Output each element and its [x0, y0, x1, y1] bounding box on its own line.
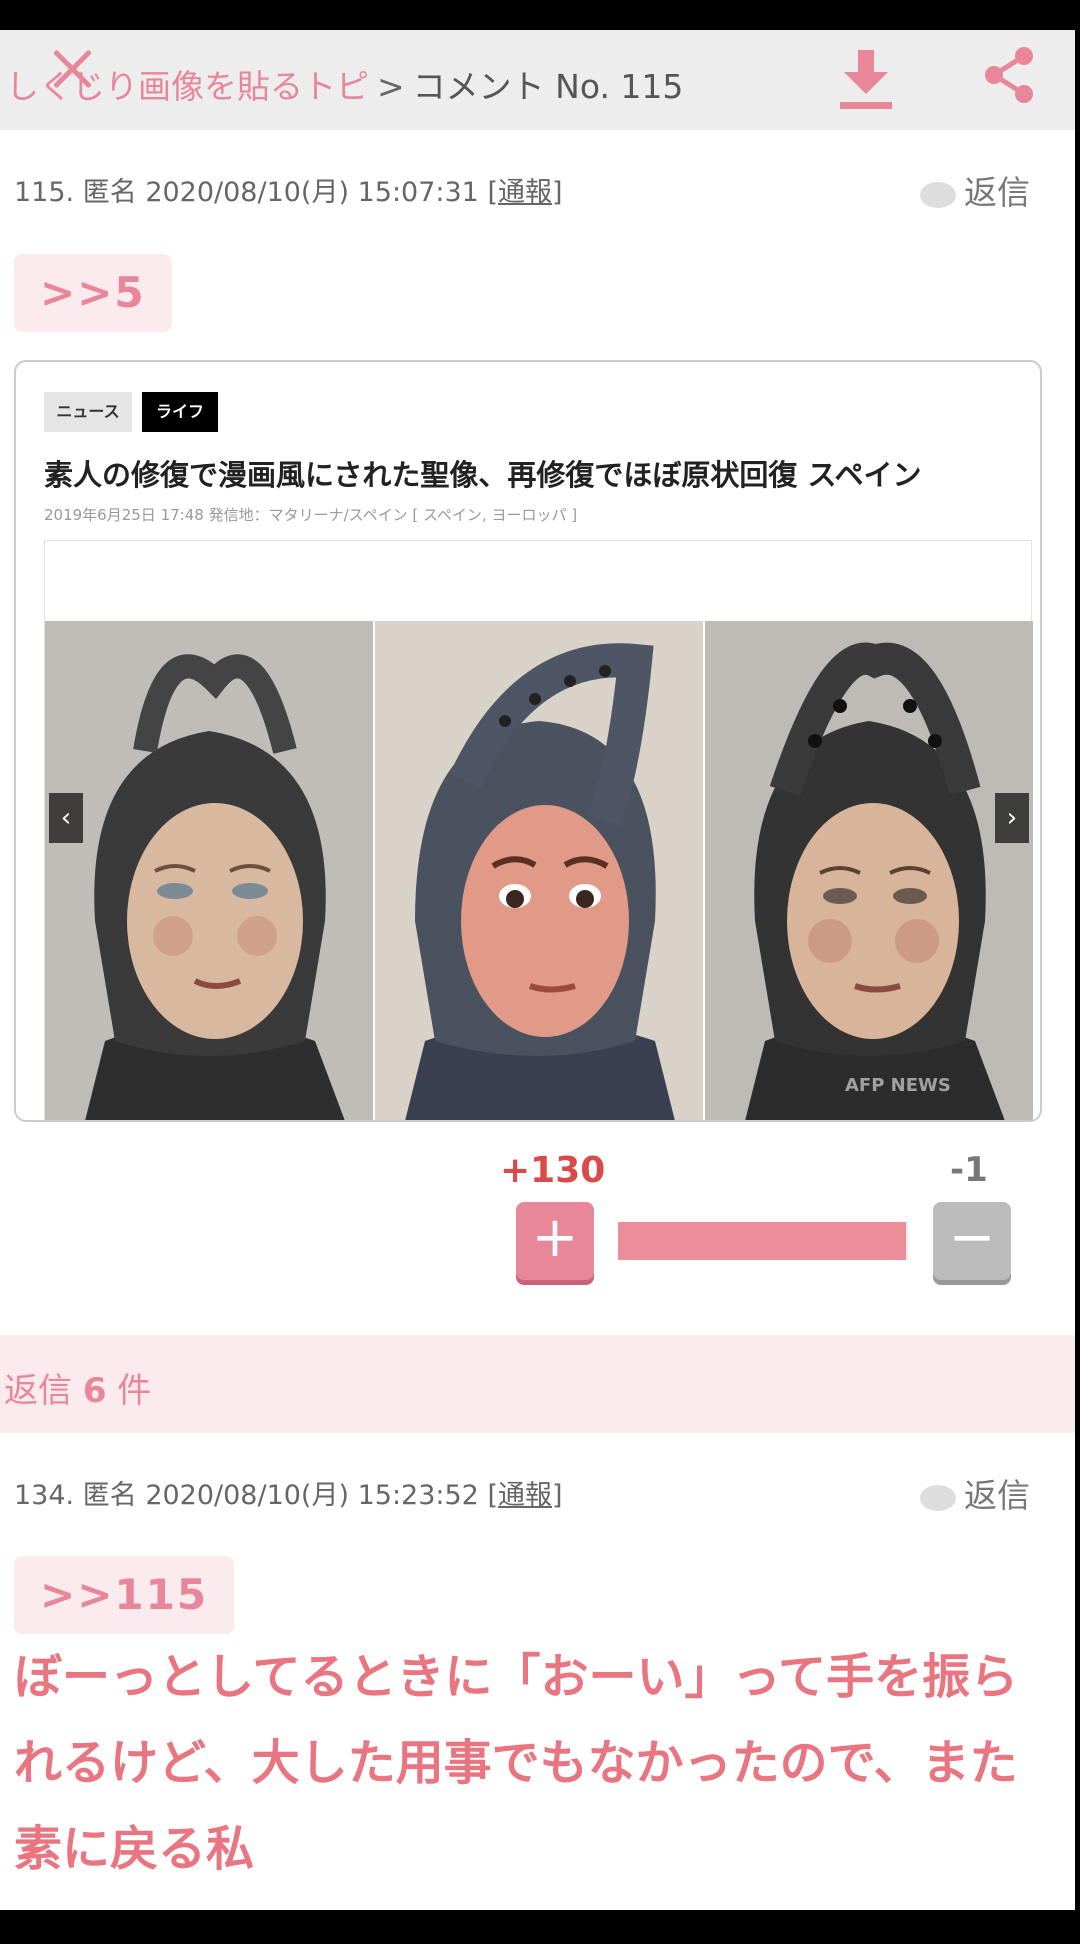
comment-number: 115. [14, 177, 75, 208]
reply-body-text: ぼーっとしてるときに「おーい」って手を振られるけど、大した用事でもなかったので、… [14, 1649, 1019, 1877]
reply-reply-button-label: 返信 [964, 1476, 1030, 1515]
comment-page: しくじり画像を貼るトピ > コメント No. 115 115. 匿名 2020/08… [0, 30, 1075, 1910]
reply-reply-button[interactable]: 返信 [920, 1469, 1030, 1517]
news-dateline: 2019年6月25日 17:48 発信地：マタリーナ/スペイン [ スペイン, … [44, 506, 578, 524]
vote-ratio-bar [618, 1222, 908, 1260]
reply-button[interactable]: 返信 [920, 166, 1030, 214]
replies-suffix: 件 [117, 1371, 152, 1411]
minus-vote-count: -1 [950, 1150, 988, 1190]
photo-strip: AFP NEWS [45, 621, 1033, 1120]
breadcrumb: しくじり画像を貼るトピ > コメント No. 115 [6, 60, 683, 108]
speech-bubble-icon [920, 181, 956, 208]
statue-photo-botched [375, 621, 703, 1120]
close-icon[interactable] [48, 44, 96, 92]
statue-photo-restored: AFP NEWS [705, 621, 1033, 1120]
navigation-bar [0, 1910, 1080, 1944]
replies-prefix: 返信 [4, 1371, 72, 1411]
report-link[interactable]: 通報 [498, 177, 552, 208]
embedded-news-image[interactable]: ニュース ライフ 素人の修復で漫画風にされた聖像、再修復でほぼ原状回復 スペイン… [14, 360, 1042, 1122]
comment-author: 匿名 [82, 177, 137, 208]
download-icon[interactable] [838, 48, 894, 110]
comment-meta: 115. 匿名 2020/08/10(月) 15:07:31 [通報] [14, 177, 563, 208]
replies-count-label: 返信 6 件 [4, 1363, 151, 1412]
life-tag: ライフ [142, 392, 218, 432]
reply-datetime: 2020/08/10(月) 15:23:52 [145, 1480, 479, 1511]
speech-bubble-icon [920, 1484, 956, 1511]
breadcrumb-separator: > [377, 67, 405, 106]
anchor-link[interactable]: >>5 [14, 254, 172, 332]
reply-anchor-link[interactable]: >>115 [14, 1556, 235, 1634]
vote-ratio-fill [618, 1222, 906, 1260]
news-headline: 素人の修復で漫画風にされた聖像、再修復でほぼ原状回復 スペイン [44, 458, 922, 492]
status-bar [0, 0, 1080, 30]
plus-vote-button[interactable]: + [516, 1202, 594, 1280]
replies-count: 6 [82, 1371, 107, 1411]
breadcrumb-current: コメント No. 115 [412, 67, 684, 106]
reply-author: 匿名 [82, 1480, 137, 1511]
reply-number: 134. [14, 1480, 75, 1511]
header-bar: しくじり画像を貼るトピ > コメント No. 115 [0, 30, 1075, 130]
reply-meta: 134. 匿名 2020/08/10(月) 15:23:52 [通報] [14, 1480, 563, 1511]
photo-watermark: AFP NEWS [845, 1075, 951, 1096]
carousel-next-icon[interactable]: › [995, 793, 1029, 843]
share-icon[interactable] [980, 44, 1038, 106]
plus-vote-count: +130 [500, 1150, 606, 1191]
photo-frame: AFP NEWS ‹ › [44, 540, 1033, 1120]
statue-photo-original [45, 621, 373, 1120]
minus-vote-button[interactable]: − [933, 1202, 1011, 1280]
reply-report-link[interactable]: 通報 [498, 1480, 552, 1511]
news-tag: ニュース [44, 392, 132, 432]
comment-datetime: 2020/08/10(月) 15:07:31 [145, 177, 479, 208]
replies-header[interactable]: 返信 6 件 [0, 1335, 1075, 1433]
reply-button-label: 返信 [964, 173, 1030, 212]
carousel-prev-icon[interactable]: ‹ [49, 793, 83, 843]
